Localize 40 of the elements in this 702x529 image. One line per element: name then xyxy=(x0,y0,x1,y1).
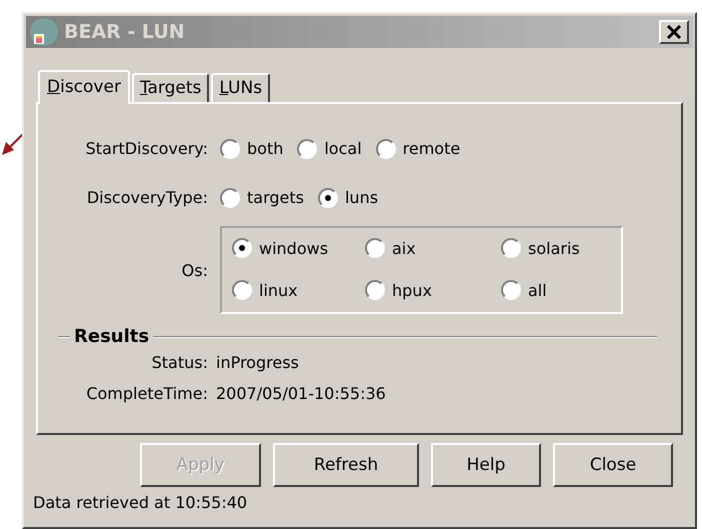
tab[interactable]: Targets xyxy=(132,73,210,102)
field-label: Status: xyxy=(150,353,209,372)
field-value: 2007/05/01-10:55:36 xyxy=(216,384,386,403)
dialog-button[interactable]: Close xyxy=(553,443,673,487)
radio-button[interactable] xyxy=(220,188,240,208)
close-button[interactable] xyxy=(659,20,689,44)
radio-button[interactable] xyxy=(376,138,396,158)
radio-option[interactable]: local xyxy=(297,138,362,158)
radio-option[interactable]: both xyxy=(220,138,284,158)
radio-button[interactable] xyxy=(501,238,521,258)
radio-button[interactable] xyxy=(365,238,385,258)
field-label: DiscoveryType: xyxy=(86,188,209,207)
window-title: BEAR - LUN xyxy=(64,21,186,43)
field-label: Os: xyxy=(180,260,209,280)
tab[interactable]: Discover xyxy=(38,70,130,104)
radio-option[interactable]: solaris xyxy=(501,238,580,258)
radio-button[interactable] xyxy=(365,280,385,300)
dialog-button[interactable]: Help xyxy=(431,443,541,487)
radio-option[interactable]: remote xyxy=(376,138,460,158)
radio-option[interactable]: all xyxy=(501,280,547,300)
radio-button[interactable] xyxy=(318,188,338,208)
radio-button[interactable] xyxy=(232,280,252,300)
radio-option[interactable]: windows xyxy=(232,238,328,258)
radio-option[interactable]: linux xyxy=(232,280,298,300)
section-title: Results xyxy=(73,326,150,347)
close-icon xyxy=(666,25,682,39)
radio-button[interactable] xyxy=(232,238,252,258)
radio-button[interactable] xyxy=(220,138,240,158)
radio-option[interactable]: targets xyxy=(220,188,304,208)
radio-option[interactable]: aix xyxy=(365,238,416,258)
radio-option[interactable]: luns xyxy=(318,188,378,208)
field-label: StartDiscovery: xyxy=(84,139,209,158)
radio-option[interactable]: hpux xyxy=(365,280,432,300)
status-text: Data retrieved at 10:55:40 xyxy=(33,493,248,512)
dialog-button[interactable]: Refresh xyxy=(273,443,419,487)
field-label: CompleteTime: xyxy=(85,384,209,403)
tab[interactable]: LUNs xyxy=(211,73,270,102)
field-value: inProgress xyxy=(216,353,299,372)
radio-button[interactable] xyxy=(297,138,318,158)
radio-button[interactable] xyxy=(501,280,521,300)
